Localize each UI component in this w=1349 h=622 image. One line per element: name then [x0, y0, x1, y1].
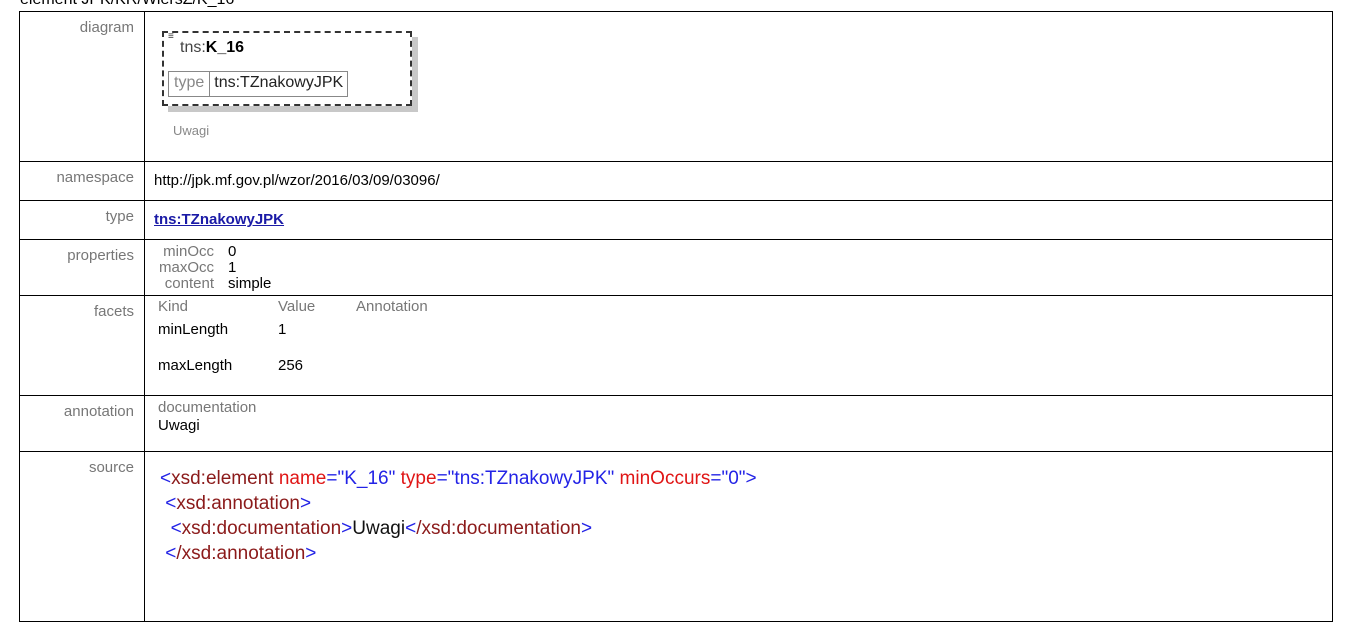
page-title: element JPK/KR/WiersZ/K_16 [20, 0, 720, 11]
facets-header-value: Value [278, 298, 316, 315]
properties-list: minOcc 0 maxOcc 1 content simple [154, 240, 1332, 292]
xsd-source-code: <xsd:element name="K_16" type="tns:TZnak… [160, 468, 757, 564]
diagram-type-row: type tns:TZnakowyJPK [168, 71, 349, 97]
diagram-type-key: type [169, 72, 211, 96]
properties-label: properties [19, 239, 145, 296]
diagram-type-value: tns:TZnakowyJPK [214, 74, 344, 91]
facets-label: facets [19, 295, 145, 396]
diagram-cell: ≡ tns:K_16 type tns:TZnakowyJPK Uwagi [144, 11, 1333, 162]
facets-header: Kind Value Annotation [158, 299, 1332, 315]
diagram-label: diagram [19, 11, 145, 162]
property-item: content simple [164, 275, 272, 292]
facets-header-kind: Kind [158, 298, 189, 315]
facets-header-annotation: Annotation [356, 298, 428, 315]
diagram-caption: Uwagi [173, 123, 210, 138]
annotation-row: annotation documentation Uwagi [19, 395, 1333, 452]
facets-table: Kind Value Annotation minLength 1 maxLen… [154, 296, 1332, 375]
properties-row: properties minOcc 0 maxOcc 1 content simple [19, 239, 1333, 296]
facet-row: minLength 1 [158, 321, 287, 338]
diagram-element-name: tns:K_16 [180, 39, 245, 56]
type-row: type tns:TZnakowyJPK [19, 200, 1333, 240]
element-doc-table: diagram ≡ tns:K_16 type tns:TZnakowyJPK … [19, 11, 1333, 622]
facets-row: facets Kind Value Annotation minLength 1… [19, 295, 1333, 396]
annotation-label: annotation [19, 395, 145, 452]
annotation-key: documentation [158, 399, 257, 416]
property-item: minOcc 0 [163, 243, 237, 260]
type-link[interactable]: tns:TZnakowyJPK [154, 201, 1332, 228]
namespace-label: namespace [19, 161, 145, 201]
type-label: type [19, 200, 145, 240]
facet-row: maxLength 256 [158, 357, 304, 374]
annotation-value: Uwagi [158, 417, 200, 434]
property-item: maxOcc 1 [158, 259, 237, 276]
namespace-value: http://jpk.mf.gov.pl/wzor/2016/03/09/030… [154, 172, 440, 189]
namespace-row: namespace http://jpk.mf.gov.pl/wzor/2016… [19, 161, 1333, 201]
source-label: source [19, 451, 145, 622]
annotation-block: documentation Uwagi [154, 396, 1332, 435]
source-row: source <xsd:element name="K_16" type="tn… [19, 451, 1333, 622]
diagram-row: diagram ≡ tns:K_16 type tns:TZnakowyJPK … [19, 11, 1333, 162]
page-title-text: element JPK/KR/WiersZ/K_16 [20, 0, 234, 8]
element-diagram-box[interactable]: ≡ tns:K_16 type tns:TZnakowyJPK [162, 31, 412, 106]
documentation-lines-icon: ≡ [168, 31, 174, 42]
